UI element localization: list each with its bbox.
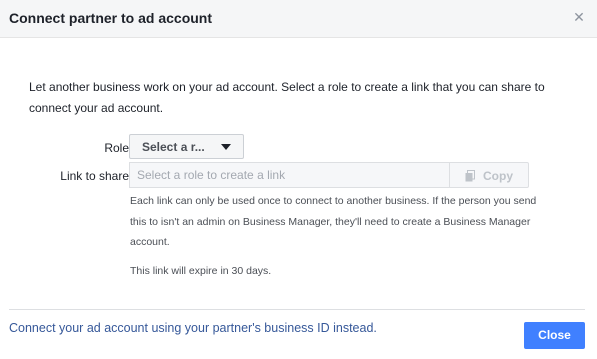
copy-button[interactable]: Copy [449, 162, 529, 188]
dialog-title: Connect partner to ad account [9, 10, 213, 26]
link-expiry-note: This link will expire in 30 days. [130, 265, 272, 277]
chevron-down-icon [221, 144, 231, 150]
copy-icon [465, 170, 475, 182]
close-button[interactable]: Close [524, 322, 585, 349]
link-usage-note: Each link can only be used once to conne… [130, 195, 537, 248]
dialog-description: Let another business work on your ad acc… [29, 80, 545, 115]
share-link-input[interactable] [129, 162, 449, 188]
footer-divider [9, 309, 585, 310]
role-select[interactable]: Select a r... [129, 134, 244, 159]
dialog-header: Connect partner to ad account ✕ [0, 0, 597, 38]
copy-button-label: Copy [483, 169, 513, 183]
role-select-value: Select a r... [142, 140, 205, 154]
link-to-share-label: Link to share [60, 169, 129, 183]
close-icon[interactable]: ✕ [572, 10, 586, 24]
role-label: Role [104, 141, 129, 155]
partner-business-id-link[interactable]: Connect your ad account using your partn… [9, 321, 377, 335]
connect-partner-dialog: Connect partner to ad account ✕ Let anot… [0, 0, 597, 359]
